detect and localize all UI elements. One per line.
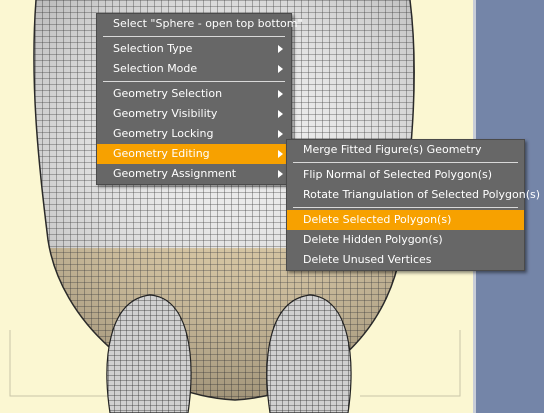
menu-item-label: Geometry Editing bbox=[113, 147, 210, 160]
menu-item-flip-normal[interactable]: Flip Normal of Selected Polygon(s) bbox=[287, 165, 524, 185]
menu-item-delete-unused-vertices[interactable]: Delete Unused Vertices bbox=[287, 250, 524, 270]
menu-item-label: Merge Fitted Figure(s) Geometry bbox=[303, 143, 482, 156]
menu-item-label: Selection Mode bbox=[113, 62, 198, 75]
menu-item-label: Delete Hidden Polygon(s) bbox=[303, 233, 443, 246]
menu-separator bbox=[103, 36, 285, 37]
menu-item-label: Geometry Assignment bbox=[113, 167, 237, 180]
menu-item-label: Geometry Visibility bbox=[113, 107, 218, 120]
submenu-arrow-icon bbox=[278, 130, 283, 138]
menu-item-label: Delete Unused Vertices bbox=[303, 253, 432, 266]
menu-item-label: Selection Type bbox=[113, 42, 193, 55]
submenu-arrow-icon bbox=[278, 65, 283, 73]
menu-title-select-sphere[interactable]: Select "Sphere - open top bottom" bbox=[97, 14, 303, 34]
menu-item-label: Delete Selected Polygon(s) bbox=[303, 213, 452, 226]
submenu-arrow-icon bbox=[278, 90, 283, 98]
submenu-arrow-icon bbox=[278, 45, 283, 53]
menu-separator bbox=[293, 162, 518, 163]
submenu-arrow-icon bbox=[278, 170, 283, 178]
menu-item-label: Flip Normal of Selected Polygon(s) bbox=[303, 168, 493, 181]
geometry-editing-submenu: Merge Fitted Figure(s) Geometry Flip Nor… bbox=[286, 139, 540, 271]
context-menu: Select "Sphere - open top bottom" Select… bbox=[96, 13, 303, 185]
menu-separator bbox=[293, 207, 518, 208]
menu-item-geometry-visibility[interactable]: Geometry Visibility bbox=[97, 104, 291, 124]
menu-item-geometry-editing[interactable]: Geometry Editing bbox=[97, 144, 291, 164]
menu-item-label: Geometry Locking bbox=[113, 127, 214, 140]
menu-item-selection-mode[interactable]: Selection Mode bbox=[97, 59, 291, 79]
menu-item-delete-hidden-polygons[interactable]: Delete Hidden Polygon(s) bbox=[287, 230, 524, 250]
menu-item-selection-type[interactable]: Selection Type bbox=[97, 39, 291, 59]
submenu-arrow-icon bbox=[278, 110, 283, 118]
menu-item-geometry-selection[interactable]: Geometry Selection bbox=[97, 84, 291, 104]
menu-item-label: Geometry Selection bbox=[113, 87, 223, 100]
menu-item-merge-fitted-geometry[interactable]: Merge Fitted Figure(s) Geometry bbox=[287, 140, 524, 160]
menu-item-geometry-locking[interactable]: Geometry Locking bbox=[97, 124, 291, 144]
menu-title-label: Select "Sphere - open top bottom" bbox=[113, 17, 303, 30]
menu-item-delete-selected-polygons[interactable]: Delete Selected Polygon(s) bbox=[287, 210, 524, 230]
menu-separator bbox=[103, 81, 285, 82]
menu-item-label: Rotate Triangulation of Selected Polygon… bbox=[303, 188, 541, 201]
submenu-arrow-icon bbox=[278, 150, 283, 158]
menu-item-geometry-assignment[interactable]: Geometry Assignment bbox=[97, 164, 291, 184]
menu-item-rotate-triangulation[interactable]: Rotate Triangulation of Selected Polygon… bbox=[287, 185, 540, 205]
